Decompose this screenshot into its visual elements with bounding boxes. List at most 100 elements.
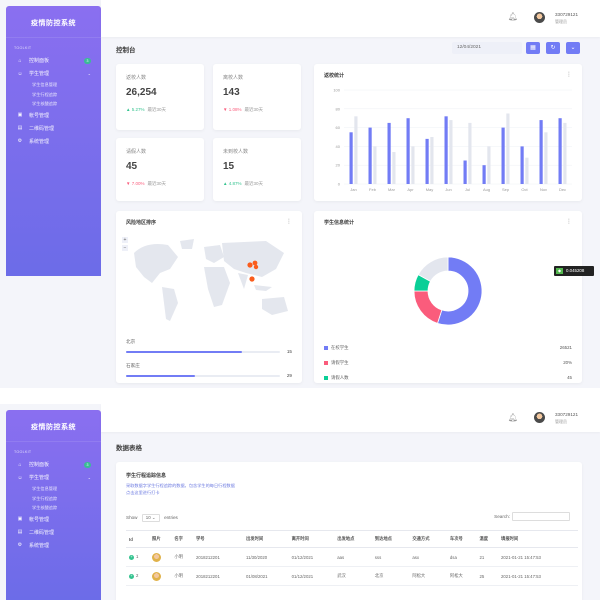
column-header[interactable]: 照片 [149, 530, 172, 548]
chevron-down-icon: ⌄ [151, 515, 156, 520]
sidebar-subitem-test-tracking[interactable]: 学生核酸追踪 [6, 99, 101, 109]
risk-marker [253, 264, 259, 270]
student-avatar [152, 571, 162, 581]
bar [468, 122, 472, 184]
table-row[interactable]: +1 小明 2018212201 11/30/2020 01/12/2021 a… [126, 547, 578, 567]
region-value: 29 [286, 373, 292, 378]
x-tick-label: Jan [350, 187, 356, 192]
sidebar-subitem-student-info[interactable]: 学生信息管理 [6, 484, 101, 494]
column-header[interactable]: 交通方式 [409, 530, 447, 548]
lock-icon: ▣ [17, 516, 23, 522]
sidebar-subitem-trip-tracking[interactable]: 学生行程追踪 [6, 494, 101, 504]
expand-icon[interactable]: + [129, 573, 134, 579]
column-header[interactable]: 离开时间 [288, 530, 335, 548]
show-label: Show [126, 515, 138, 520]
sidebar-item-dashboard[interactable]: ⌂ 控制面板 3 [6, 458, 101, 471]
legend-swatch [324, 345, 328, 350]
more-icon[interactable]: ⋮ [286, 218, 292, 225]
sidebar-subitem-student-info[interactable]: 学生信息管理 [6, 80, 101, 90]
bar [525, 157, 529, 184]
users-icon: ☺ [17, 474, 23, 481]
brand-title[interactable]: 疫情防控系统 [6, 414, 101, 442]
sidebar-item-students[interactable]: ☺ 学生管理 ⌄ [6, 471, 101, 484]
sidebar-subitem-test-tracking[interactable]: 学生核酸追踪 [6, 503, 101, 513]
table-row[interactable]: +2 小明 2018212201 01/08/2021 01/12/2021 武… [126, 566, 578, 586]
more-icon[interactable]: ⋮ [566, 218, 572, 225]
search-input[interactable] [512, 512, 570, 521]
stat-label: 未到校人数 [223, 149, 249, 155]
legend-row: 请假学生 20% [324, 360, 572, 368]
stat-since: 最近30天 [147, 181, 167, 186]
expand-icon[interactable]: + [129, 554, 134, 560]
sidebar-item-label: 二维码管理 [29, 125, 55, 132]
cell-photo [149, 547, 172, 567]
sidebar-item-dashboard[interactable]: ⌂ 控制面板 3 [6, 54, 101, 67]
bar [444, 116, 448, 184]
sidebar-item-system[interactable]: ⚙ 系统管理 [6, 539, 101, 552]
menu-section-title: TOOLKIT [14, 450, 32, 454]
avatar[interactable] [534, 412, 545, 423]
risk-marker [249, 276, 255, 282]
column-header[interactable]: 名字 [171, 530, 193, 548]
sidebar-item-qrcode[interactable]: ▤ 二维码管理 [6, 122, 101, 135]
bar [411, 146, 415, 184]
stat-label: 返校人数 [126, 75, 147, 81]
x-tick-label: Feb [369, 187, 377, 192]
map-africa [204, 267, 230, 307]
cell-arrive-place: 北京 [371, 566, 410, 586]
filter-button[interactable]: ⌄ [566, 42, 580, 54]
user-id[interactable]: 330729121 [555, 12, 578, 17]
cell-train-no: dsa [446, 547, 477, 567]
page-length-select[interactable]: 10 ⌄ [141, 514, 160, 522]
column-header[interactable]: 出发地点 [334, 530, 372, 548]
cell-transport: 阿松大 [409, 566, 447, 586]
floating-tooltip: ◆ 0.045208 [554, 266, 594, 276]
bell-icon[interactable]: 🔔︎ [508, 413, 518, 422]
card-title: 学生信息统计 [324, 220, 355, 226]
brand-title[interactable]: 疫情防控系统 [6, 10, 101, 38]
bell-icon[interactable]: 🔔︎ [508, 12, 518, 21]
refresh-button[interactable]: ↻ [546, 42, 560, 54]
map-asia [222, 241, 284, 277]
legend-swatch [324, 375, 328, 380]
cell-id: +2 [126, 566, 150, 586]
stat-card-absent: 未到校人数 15 ▲ 4.87% 最近30天 [213, 138, 301, 201]
region-value: 15 [286, 349, 292, 354]
legend-value: 20% [563, 360, 572, 365]
stat-change: ▲ 4.87% 最近30天 [223, 181, 263, 187]
sidebar-item-accounts[interactable]: ▣ 帐号管理 [6, 109, 101, 122]
x-tick-label: Apr [407, 187, 414, 192]
bar [482, 165, 486, 184]
date-picker[interactable]: 12/04/2021 [452, 42, 522, 54]
column-header[interactable]: Id [126, 530, 150, 548]
sidebar-item-label: 帐号管理 [29, 112, 50, 119]
calendar-button[interactable]: ▦ [526, 42, 540, 54]
stat-percent: 7.00% [131, 181, 145, 186]
risk-marker [252, 260, 258, 266]
column-header[interactable]: 出发时间 [243, 530, 289, 548]
avatar[interactable] [534, 12, 545, 23]
bar [501, 127, 505, 184]
legend-row: 在校学生 26521 [324, 345, 572, 353]
stat-percent: 4.87% [228, 181, 242, 186]
column-header[interactable]: 温度 [476, 530, 499, 548]
column-header[interactable]: 到达地点 [371, 530, 410, 548]
bar [563, 122, 567, 184]
column-header[interactable]: 车次号 [446, 530, 477, 548]
column-header[interactable]: 填报时间 [498, 530, 578, 548]
user-id[interactable]: 330729121 [555, 412, 578, 417]
menu-section-title: TOOLKIT [14, 46, 32, 50]
donut-slice [413, 290, 443, 324]
column-header[interactable]: 学号 [192, 530, 243, 548]
sidebar-item-accounts[interactable]: ▣ 帐号管理 [6, 513, 101, 526]
card-title: 风险地区排序 [126, 220, 157, 226]
sidebar-item-system[interactable]: ⚙ 系统管理 [6, 135, 101, 148]
qrcode-icon: ▤ [17, 529, 23, 535]
world-map[interactable] [116, 233, 302, 333]
bar [544, 132, 548, 184]
sidebar-item-students[interactable]: ☺ 学生管理 ⌄ [6, 67, 101, 80]
cell-leave-time: 01/12/2021 [288, 566, 335, 586]
sidebar-item-qrcode[interactable]: ▤ 二维码管理 [6, 526, 101, 539]
sidebar-subitem-trip-tracking[interactable]: 学生行程追踪 [6, 90, 101, 100]
checkin-link[interactable]: 点击这里进行打卡 [126, 490, 160, 496]
